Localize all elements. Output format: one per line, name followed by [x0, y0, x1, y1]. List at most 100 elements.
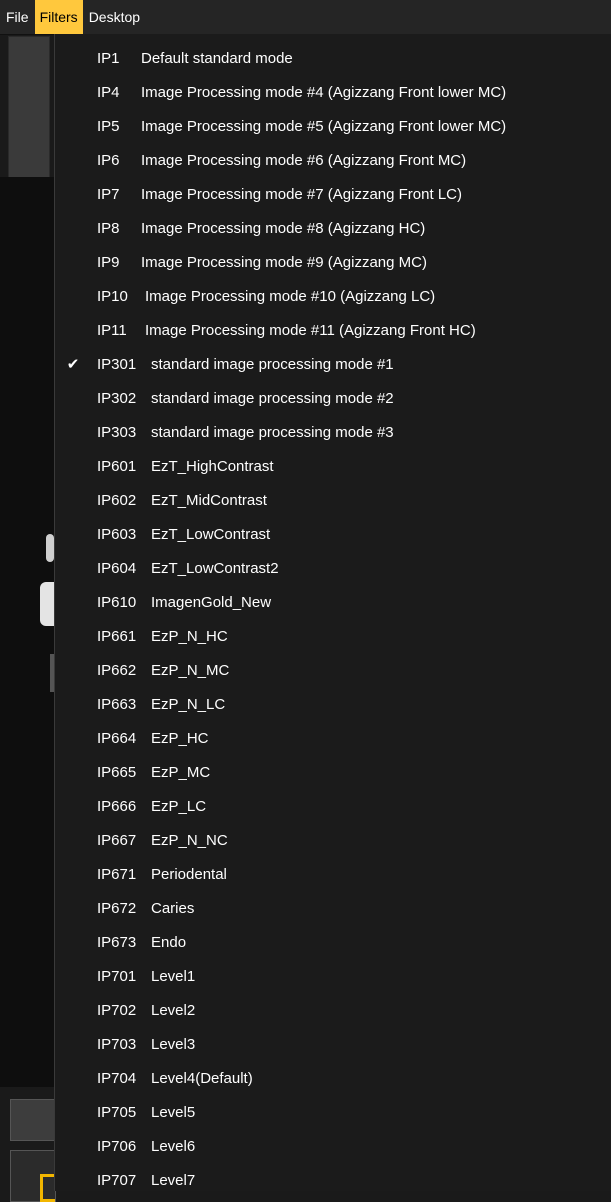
filter-label: EzP_N_LC	[151, 695, 226, 713]
filter-code: IP302	[97, 389, 137, 407]
filter-menu-item[interactable]: IP303 standard image processing mode #3	[55, 415, 611, 449]
filter-menu-item[interactable]: IP8 Image Processing mode #8 (Agizzang HC…	[55, 211, 611, 245]
menu-desktop[interactable]: Desktop	[83, 0, 146, 34]
filter-menu-item[interactable]: IP602 EzT_MidContrast	[55, 483, 611, 517]
filter-label: Level3	[151, 1035, 196, 1053]
filter-label: EzP_LC	[151, 797, 207, 815]
filter-label: Level7	[151, 1171, 196, 1189]
filters-dropdown-menu: IP1 Default standard mode IP4 Image Process…	[54, 34, 611, 1191]
filter-code: IP702	[97, 1001, 137, 1019]
filter-menu-item[interactable]: IP6 Image Processing mode #6 (Agizzang Fr…	[55, 143, 611, 177]
filter-menu-item[interactable]: IP705 Level5	[55, 1095, 611, 1129]
filter-code: IP1	[97, 49, 120, 67]
filter-menu-item[interactable]: IP707 Level7	[55, 1163, 611, 1197]
filter-label: Image Processing mode #8 (Agizzang HC)	[141, 219, 426, 237]
background-button	[10, 1099, 56, 1141]
filter-code: IP705	[97, 1103, 137, 1121]
filter-label: standard image processing mode #3	[151, 423, 394, 441]
filter-code: IP8	[97, 219, 120, 237]
filter-code: IP9	[97, 253, 120, 271]
filter-label: Endo	[151, 933, 187, 951]
filter-menu-item[interactable]: IP703 Level3	[55, 1027, 611, 1061]
background-image-fragment	[40, 582, 54, 626]
filter-code: IP603	[97, 525, 137, 543]
filter-menu-item[interactable]: IP665 EzP_MC	[55, 755, 611, 789]
filter-code: IP6	[97, 151, 120, 169]
filter-label: EzP_HC	[151, 729, 209, 747]
filter-code: IP7	[97, 185, 120, 203]
filter-label: EzT_MidContrast	[151, 491, 267, 509]
filter-code: IP601	[97, 457, 137, 475]
filter-menu-item[interactable]: IP666 EzP_LC	[55, 789, 611, 823]
filter-menu-item[interactable]: IP706 Level6	[55, 1129, 611, 1163]
filter-label: Image Processing mode #5 (Agizzang Front…	[141, 117, 507, 135]
filter-menu-item[interactable]: IP302 standard image processing mode #2	[55, 381, 611, 415]
filter-label: Level2	[151, 1001, 196, 1019]
filter-code: IP5	[97, 117, 120, 135]
filter-code: IP661	[97, 627, 137, 645]
filter-label: Image Processing mode #6 (Agizzang Front…	[141, 151, 467, 169]
filter-label: Periodental	[151, 865, 227, 883]
filter-label: Caries	[151, 899, 195, 917]
filter-label: standard image processing mode #2	[151, 389, 394, 407]
filter-label: Level1	[151, 967, 196, 985]
filter-menu-item[interactable]: IP663 EzP_N_LC	[55, 687, 611, 721]
filter-menu-item[interactable]: IP667 EzP_N_NC	[55, 823, 611, 857]
filter-menu-item[interactable]: IP10 Image Processing mode #10 (Agizzang …	[55, 279, 611, 313]
filter-menu-item[interactable]: IP662 EzP_N_MC	[55, 653, 611, 687]
filter-label: EzP_N_HC	[151, 627, 228, 645]
filter-code: IP10	[97, 287, 128, 305]
background-app-area	[0, 34, 56, 1202]
filter-label: EzT_HighContrast	[151, 457, 274, 475]
filter-code: IP664	[97, 729, 137, 747]
filter-code: IP604	[97, 559, 137, 577]
filter-label: EzP_MC	[151, 763, 211, 781]
filter-code: IP610	[97, 593, 137, 611]
filter-menu-item[interactable]: IP673 Endo	[55, 925, 611, 959]
filter-menu-item[interactable]: IP702 Level2	[55, 993, 611, 1027]
filter-label: Image Processing mode #7 (Agizzang Front…	[141, 185, 462, 203]
checkmark-icon: ✔	[66, 356, 80, 373]
filter-code: IP672	[97, 899, 137, 917]
filter-menu-item[interactable]: IP610 ImagenGold_New	[55, 585, 611, 619]
background-tile	[8, 36, 50, 178]
filter-menu-item[interactable]: IP4 Image Processing mode #4 (Agizzang Fr…	[55, 75, 611, 109]
filter-menu-item[interactable]: IP601 EzT_HighContrast	[55, 449, 611, 483]
filter-code: IP701	[97, 967, 137, 985]
filter-label: Level5	[151, 1103, 196, 1121]
filter-code: IP703	[97, 1035, 137, 1053]
background-image-panel	[0, 177, 54, 1087]
filter-menu-item[interactable]: IP1 Default standard mode	[55, 41, 611, 75]
filter-menu-item[interactable]: IP661 EzP_N_HC	[55, 619, 611, 653]
filter-label: Image Processing mode #9 (Agizzang MC)	[141, 253, 427, 271]
filter-label: Level6	[151, 1137, 196, 1155]
filter-menu-item[interactable]: IP9 Image Processing mode #9 (Agizzang MC…	[55, 245, 611, 279]
filter-code: IP602	[97, 491, 137, 509]
filter-menu-item[interactable]: IP5 Image Processing mode #5 (Agizzang Fr…	[55, 109, 611, 143]
filter-code: IP303	[97, 423, 137, 441]
filter-menu-item[interactable]: IP604 EzT_LowContrast2	[55, 551, 611, 585]
filter-label: EzT_LowContrast2	[151, 559, 279, 577]
filter-label: EzP_N_NC	[151, 831, 228, 849]
filter-menu-item[interactable]: IP701 Level1	[55, 959, 611, 993]
filter-code: IP707	[97, 1171, 137, 1189]
filter-label: EzP_N_MC	[151, 661, 230, 679]
filter-code: IP665	[97, 763, 137, 781]
filter-label: Image Processing mode #4 (Agizzang Front…	[141, 83, 507, 101]
filter-code: IP706	[97, 1137, 137, 1155]
filter-label: Image Processing mode #10 (Agizzang LC)	[145, 287, 436, 305]
menu-filters[interactable]: Filters	[34, 0, 83, 34]
filter-menu-item[interactable]: IP672 Caries	[55, 891, 611, 925]
filter-code: IP301	[97, 355, 137, 373]
filter-menu-item[interactable]: ✔ IP301 standard image processing mode #1	[55, 347, 611, 381]
filter-menu-item[interactable]: IP671 Periodental	[55, 857, 611, 891]
filter-menu-item[interactable]: IP704 Level4(Default)	[55, 1061, 611, 1095]
menu-bar: File Filters Desktop	[0, 0, 611, 35]
filter-menu-item[interactable]: IP7 Image Processing mode #7 (Agizzang Fr…	[55, 177, 611, 211]
background-image-fragment	[46, 534, 54, 562]
filter-menu-item[interactable]: IP603 EzT_LowContrast	[55, 517, 611, 551]
filter-menu-item[interactable]: IP11 Image Processing mode #11 (Agizzang …	[55, 313, 611, 347]
filter-code: IP662	[97, 661, 137, 679]
filter-menu-item[interactable]: IP664 EzP_HC	[55, 721, 611, 755]
menu-file[interactable]: File	[0, 0, 35, 34]
